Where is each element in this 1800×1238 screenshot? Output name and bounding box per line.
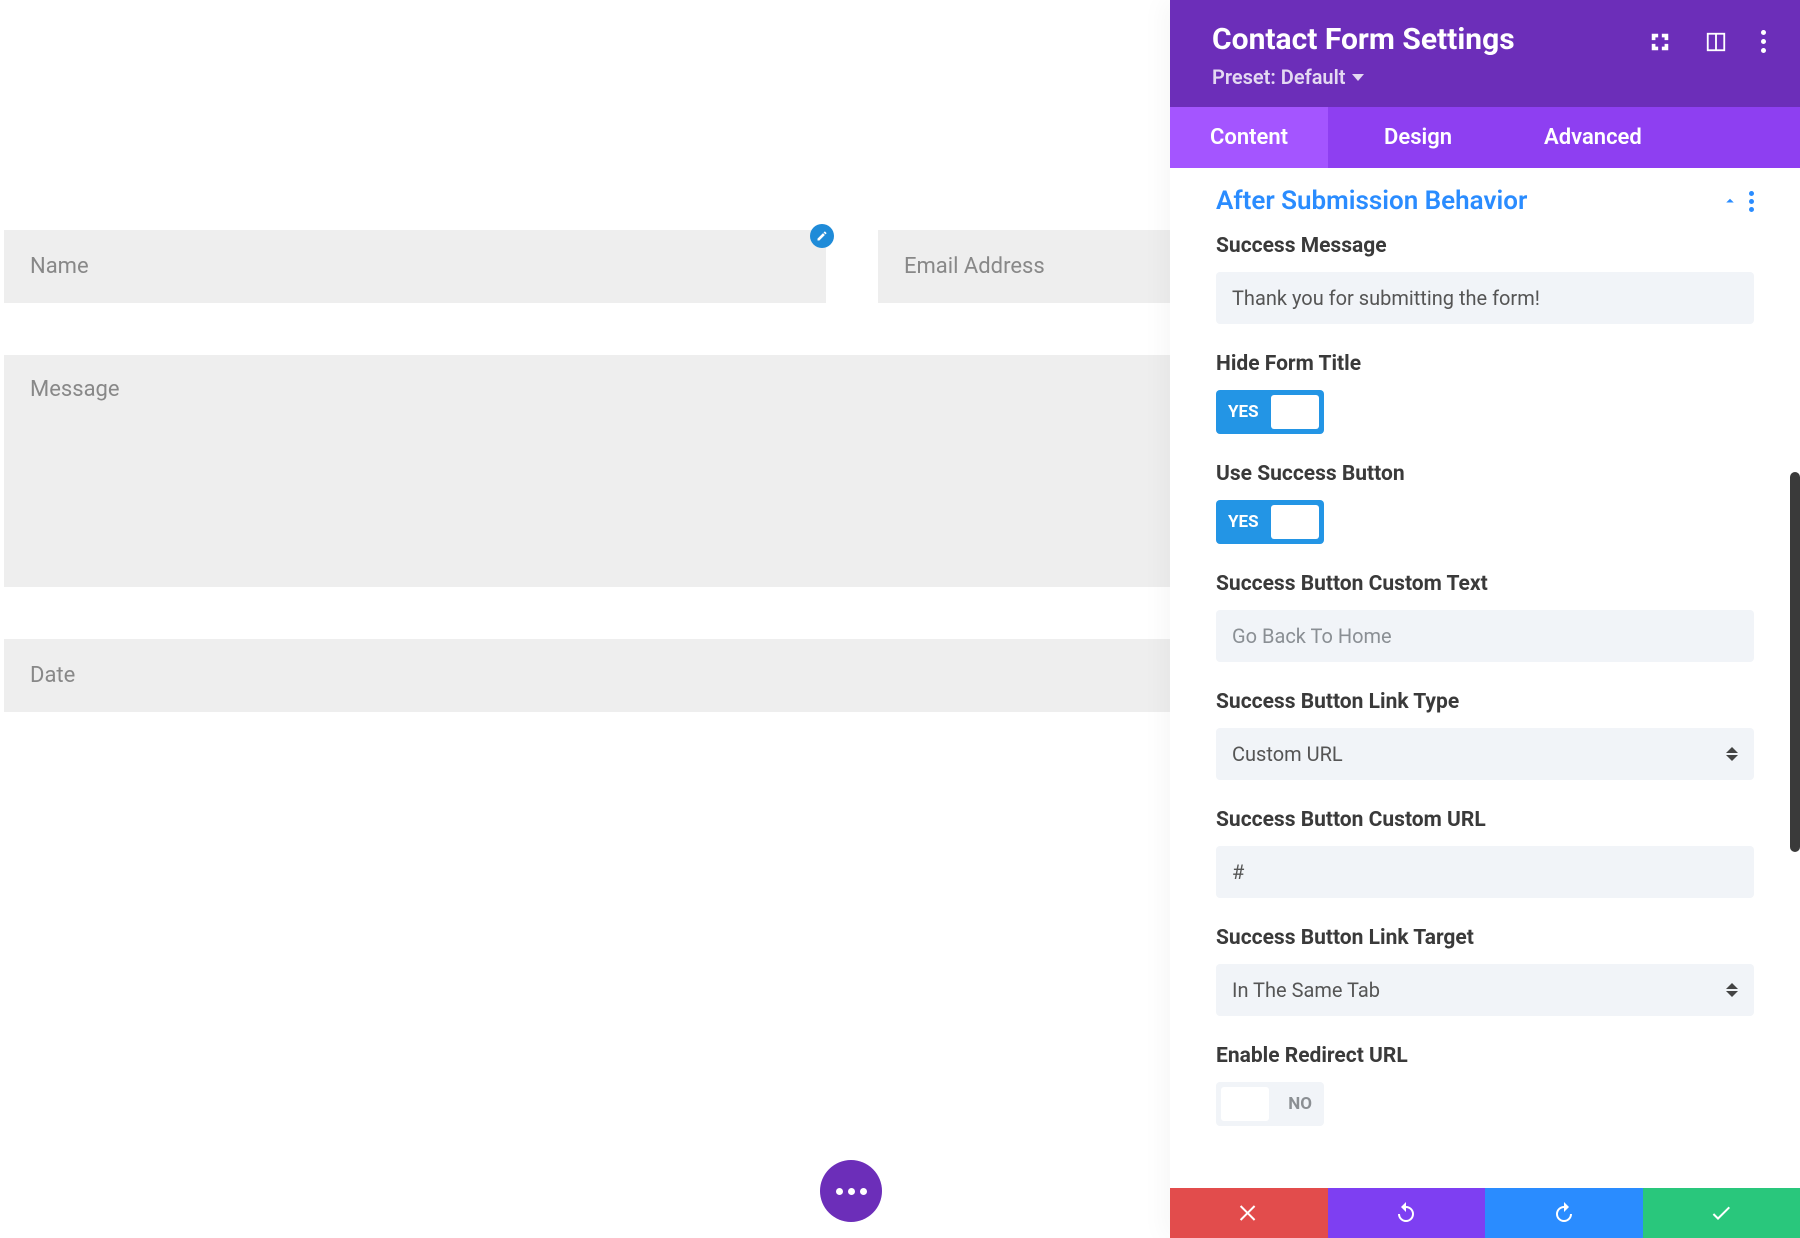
select-success-button-link-type[interactable]: Custom URL bbox=[1216, 728, 1754, 780]
kebab-menu-icon[interactable] bbox=[1761, 30, 1766, 53]
scrollbar[interactable] bbox=[1790, 472, 1800, 852]
toggle-label: YES bbox=[1216, 512, 1271, 532]
input-success-button-text[interactable]: Go Back To Home bbox=[1216, 610, 1754, 662]
setting-hide-form-title: Hide Form Title YES bbox=[1216, 352, 1754, 434]
label-success-button-link-type: Success Button Link Type bbox=[1216, 690, 1754, 714]
panel-tabs: Content Design Advanced bbox=[1170, 107, 1800, 168]
redo-button[interactable] bbox=[1485, 1188, 1643, 1238]
preset-label: Preset: Default bbox=[1212, 65, 1346, 89]
panel-body: After Submission Behavior Success Messag… bbox=[1170, 168, 1800, 1188]
section-kebab-icon[interactable] bbox=[1749, 191, 1754, 212]
settings-panel: Contact Form Settings Preset: Default Co… bbox=[1170, 0, 1800, 1238]
expand-icon[interactable] bbox=[1649, 31, 1671, 53]
panel-footer bbox=[1170, 1188, 1800, 1238]
label-use-success-button: Use Success Button bbox=[1216, 462, 1754, 486]
label-success-button-link-target: Success Button Link Target bbox=[1216, 926, 1754, 950]
panel-header: Contact Form Settings Preset: Default bbox=[1170, 0, 1800, 107]
field-email[interactable]: Email Address bbox=[878, 230, 1180, 303]
layout-columns-icon[interactable] bbox=[1705, 31, 1727, 53]
toggle-hide-form-title[interactable]: YES bbox=[1216, 390, 1324, 434]
undo-icon bbox=[1394, 1201, 1418, 1225]
toggle-enable-redirect-url[interactable]: NO bbox=[1216, 1082, 1324, 1126]
cancel-button[interactable] bbox=[1170, 1188, 1328, 1238]
check-icon bbox=[1709, 1201, 1733, 1225]
tab-content[interactable]: Content bbox=[1170, 107, 1328, 168]
redo-icon bbox=[1552, 1201, 1576, 1225]
undo-button[interactable] bbox=[1328, 1188, 1486, 1238]
select-caret-icon bbox=[1726, 983, 1738, 997]
toggle-label: YES bbox=[1216, 402, 1271, 422]
edit-module-icon[interactable] bbox=[810, 224, 834, 248]
input-success-button-custom-url[interactable]: # bbox=[1216, 846, 1754, 898]
fab-more[interactable] bbox=[820, 1160, 882, 1222]
chevron-up-icon[interactable] bbox=[1721, 192, 1739, 210]
select-caret-icon bbox=[1726, 747, 1738, 761]
close-icon bbox=[1237, 1201, 1261, 1225]
tab-design[interactable]: Design bbox=[1328, 107, 1508, 168]
toggle-label: NO bbox=[1288, 1094, 1324, 1114]
field-name[interactable]: Name bbox=[4, 230, 826, 303]
label-success-button-text: Success Button Custom Text bbox=[1216, 572, 1754, 596]
toggle-knob bbox=[1221, 1087, 1269, 1121]
field-date[interactable]: Date bbox=[4, 639, 1180, 712]
section-title: After Submission Behavior bbox=[1216, 186, 1527, 216]
preset-selector[interactable]: Preset: Default bbox=[1212, 65, 1364, 89]
toggle-use-success-button[interactable]: YES bbox=[1216, 500, 1324, 544]
setting-success-button-link-target: Success Button Link Target In The Same T… bbox=[1216, 926, 1754, 1016]
label-hide-form-title: Hide Form Title bbox=[1216, 352, 1754, 376]
section-header[interactable]: After Submission Behavior bbox=[1216, 180, 1754, 234]
setting-success-button-custom-url: Success Button Custom URL # bbox=[1216, 808, 1754, 898]
select-success-button-link-target[interactable]: In The Same Tab bbox=[1216, 964, 1754, 1016]
toggle-knob bbox=[1271, 505, 1319, 539]
setting-use-success-button: Use Success Button YES bbox=[1216, 462, 1754, 544]
tab-advanced[interactable]: Advanced bbox=[1508, 107, 1678, 168]
setting-success-button-text: Success Button Custom Text Go Back To Ho… bbox=[1216, 572, 1754, 662]
label-success-message: Success Message bbox=[1216, 234, 1754, 258]
input-success-message[interactable]: Thank you for submitting the form! bbox=[1216, 272, 1754, 324]
save-button[interactable] bbox=[1643, 1188, 1800, 1238]
setting-enable-redirect-url: Enable Redirect URL NO bbox=[1216, 1044, 1754, 1126]
label-enable-redirect-url: Enable Redirect URL bbox=[1216, 1044, 1754, 1068]
setting-success-button-link-type: Success Button Link Type Custom URL bbox=[1216, 690, 1754, 780]
select-value: In The Same Tab bbox=[1216, 964, 1754, 1016]
canvas: Name Email Address Message Date bbox=[0, 0, 1180, 1238]
label-success-button-custom-url: Success Button Custom URL bbox=[1216, 808, 1754, 832]
select-value: Custom URL bbox=[1216, 728, 1754, 780]
field-message[interactable]: Message bbox=[4, 355, 1180, 587]
setting-success-message: Success Message Thank you for submitting… bbox=[1216, 234, 1754, 324]
toggle-knob bbox=[1271, 395, 1319, 429]
caret-down-icon bbox=[1352, 74, 1364, 81]
